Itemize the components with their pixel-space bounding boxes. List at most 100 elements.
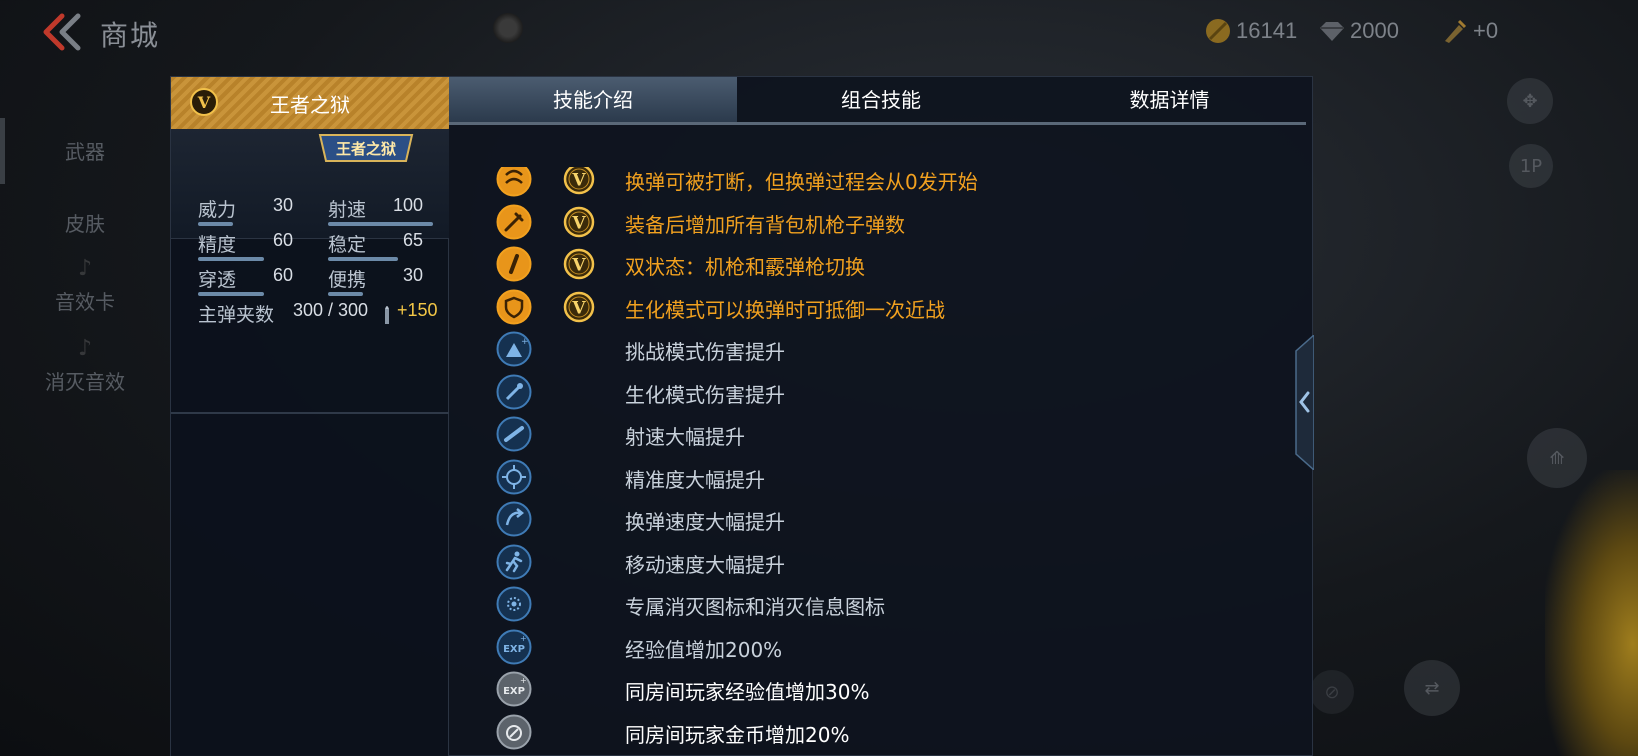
- stat-value: 100: [393, 195, 424, 215]
- svg-text:王者之狱: 王者之狱: [336, 140, 396, 158]
- svg-text:+: +: [520, 634, 527, 643]
- stat-label: 穿透: [198, 269, 237, 291]
- skill-description: 生化模式可以换弹时可抵御一次近战: [625, 297, 945, 322]
- skill-row: EXP + 同房间玩家经验值增加30%: [449, 668, 1289, 710]
- machine-gun-ammo-icon: [496, 204, 532, 240]
- reload-speed-icon: [496, 501, 532, 537]
- grid-icon: ⊘: [1310, 670, 1354, 714]
- skill-description: 同房间玩家金币增加20%: [625, 722, 850, 747]
- stat-label: 稳定: [328, 234, 367, 256]
- ticket-balance[interactable]: +0: [1441, 16, 1498, 46]
- fire-rate-icon: [496, 416, 532, 452]
- collapse-panel-button[interactable]: [1292, 333, 1315, 472]
- sidenav-item-skin[interactable]: 皮肤: [0, 190, 170, 256]
- svg-text:EXP: EXP: [503, 644, 525, 655]
- skill-description: 挑战模式伤害提升: [625, 340, 785, 364]
- skill-description: 换弹速度大幅提升: [625, 510, 785, 534]
- ammo-extra: +150: [397, 300, 438, 320]
- sidenav-item-sound-card[interactable]: ♪ 音效卡: [0, 256, 170, 322]
- svg-text:V: V: [571, 171, 586, 191]
- v-rank-badge-icon: V: [563, 291, 595, 323]
- diamond-balance[interactable]: 2000: [1318, 16, 1399, 46]
- svg-text:EXP: EXP: [503, 686, 525, 697]
- stat-value: 60: [273, 265, 294, 285]
- skill-description: 生化模式伤害提升: [625, 382, 785, 407]
- info-divider: [171, 412, 449, 414]
- stat-label: 威力: [198, 199, 237, 221]
- penetration-bar: [198, 292, 264, 296]
- weapon-preview-glow: [1545, 470, 1638, 756]
- stat-label: 便携: [328, 269, 367, 291]
- weapon-header: V 王者之狱: [171, 77, 449, 129]
- tab-underline: [449, 122, 1306, 125]
- skill-description: 射速大幅提升: [625, 425, 745, 449]
- v-rank-badge-icon: V: [563, 206, 595, 238]
- skill-list: V 换弹可被打断，但换弹过程会从0发开始 V 装备后增加所有背包机枪子弹数 V 双状态：机…: [449, 167, 1289, 756]
- tab-data-details[interactable]: 数据详情: [1025, 77, 1314, 125]
- view-toggle-button[interactable]: 1P: [1509, 144, 1553, 188]
- exp-icon: EXP +: [496, 629, 532, 665]
- skill-description: 移动速度大幅提升: [625, 552, 785, 577]
- stat-value: 60: [273, 230, 294, 250]
- gold-coin-icon: [1206, 19, 1230, 43]
- shield-icon: [496, 289, 532, 325]
- stat-label: 精度: [198, 234, 237, 256]
- v-rank-badge-icon: V: [563, 167, 595, 195]
- svg-text:V: V: [571, 256, 586, 276]
- stability-bar: [328, 257, 398, 261]
- tab-skill-intro[interactable]: 技能介绍: [449, 77, 737, 125]
- gamepad-icon[interactable]: ✥: [1507, 78, 1553, 124]
- room-coin-icon: [496, 714, 532, 750]
- sidenav-item-kill-sound[interactable]: ♪ 消灭音效: [0, 336, 170, 402]
- skill-row: V 生化模式可以换弹时可抵御一次近战: [449, 286, 1289, 328]
- weapon-info-column: V 王者之狱 王者之狱 威力 30 射速 100 精度 60 稳定 65 穿透 …: [171, 77, 449, 756]
- crosshair-icon: [496, 459, 532, 495]
- skill-row: V 双状态：机枪和霰弹枪切换: [449, 243, 1289, 285]
- chevron-left-icon: [1295, 333, 1315, 472]
- sidenav-item-weapon[interactable]: 武器: [0, 118, 170, 184]
- svg-text:V: V: [571, 213, 586, 233]
- weapon-logo: 王者之狱: [316, 131, 416, 165]
- svg-text:+: +: [521, 337, 529, 347]
- room-exp-icon: EXP +: [496, 671, 532, 707]
- ammo-value: 300 / 300: [293, 300, 369, 320]
- ticket-icon: [1445, 19, 1467, 43]
- ticket-amount: +0: [1473, 18, 1499, 43]
- svg-text:V: V: [571, 298, 586, 318]
- stat-value: 65: [403, 230, 424, 250]
- zombie-damage-icon: [496, 374, 532, 410]
- skill-description: 装备后增加所有背包机枪子弹数: [625, 212, 905, 237]
- dual-mode-icon: [496, 246, 532, 282]
- diamond-icon: [1320, 22, 1344, 41]
- reload-interrupt-icon: [496, 167, 532, 197]
- ammo-label: 主弹夹数: [198, 304, 275, 326]
- fire-rate-bar: [328, 222, 433, 226]
- v-rank-badge-icon: V: [563, 248, 595, 280]
- stat-value: 30: [273, 195, 294, 215]
- gold-coin-balance[interactable]: 16141: [1204, 16, 1297, 46]
- skill-row: 生化模式伤害提升: [449, 371, 1289, 413]
- challenge-damage-icon: +: [496, 331, 532, 367]
- sidenav-item-label: 武器: [65, 140, 105, 164]
- skill-row: 射速大幅提升: [449, 413, 1289, 455]
- back-button[interactable]: [36, 12, 86, 52]
- speaker-icon: ♪: [77, 256, 93, 281]
- stat-label: 射速: [328, 199, 367, 221]
- skill-row: EXP + 经验值增加200%: [449, 626, 1289, 668]
- view-toggle-label: 1P: [1519, 155, 1543, 177]
- swap-icon[interactable]: ⇄: [1404, 660, 1460, 716]
- skill-description: 双状态：机枪和霰弹枪切换: [625, 255, 865, 279]
- skill-description: 专属消灭图标和消灭信息图标: [625, 595, 885, 619]
- tab-combo-skill[interactable]: 组合技能: [737, 77, 1025, 125]
- tab-bar: 技能介绍 组合技能 数据详情: [449, 77, 1314, 125]
- gold-coin-amount: 16141: [1236, 18, 1298, 43]
- accuracy-bar: [198, 257, 264, 261]
- diamond-amount: 2000: [1350, 18, 1399, 43]
- record-dot-icon: [493, 13, 523, 43]
- double-chevron-left-icon: [43, 13, 81, 51]
- sidenav-item-label: 消灭音效: [45, 370, 125, 394]
- weapon-detail-panel: V 王者之狱 王者之狱 威力 30 射速 100 精度 60 稳定 65 穿透 …: [170, 76, 1313, 756]
- skill-row: 换弹速度大幅提升: [449, 498, 1289, 540]
- page-title: 商城: [100, 19, 161, 52]
- svg-text:+: +: [520, 676, 527, 685]
